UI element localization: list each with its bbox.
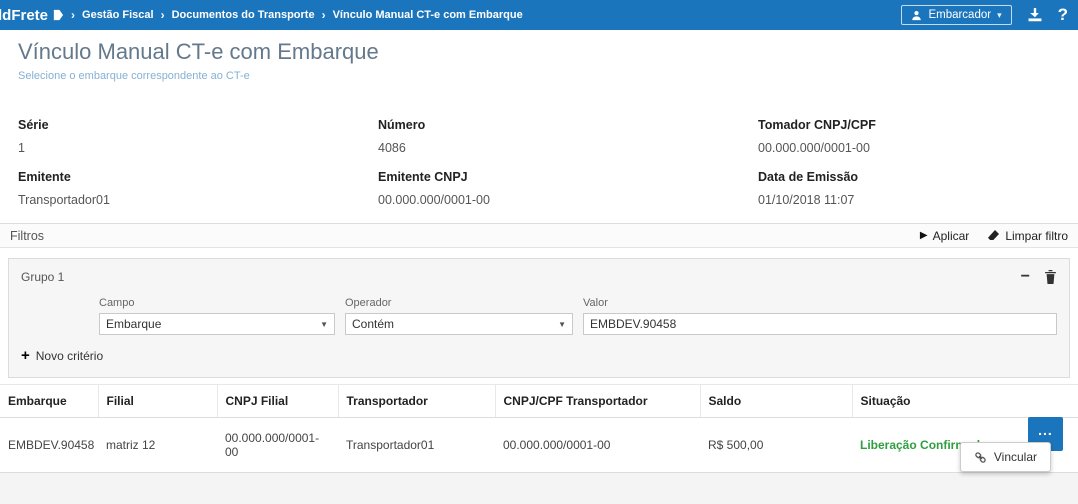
cte-details: Série 1 Número 4086 Tomador CNPJ/CPF 00.… [0, 84, 1078, 223]
operador-label: Operador [345, 297, 573, 309]
campo-select[interactable]: Embarque ▼ [99, 313, 335, 335]
page-head: Vínculo Manual CT-e com Embarque Selecio… [0, 30, 1078, 84]
filter-criteria-row: Campo Embarque ▼ Operador Contém ▼ Valor [21, 297, 1057, 335]
trash-icon[interactable] [1044, 270, 1057, 284]
logo-flag-icon [52, 9, 64, 21]
page-title: Vínculo Manual CT-e com Embarque [18, 39, 1060, 65]
play-icon: ▶ [920, 230, 928, 241]
select-caret-icon: ▼ [558, 320, 566, 329]
col-header-filial: Filial [98, 385, 217, 418]
link-icon [974, 451, 987, 464]
detail-value: 00.000.000/0001-00 [758, 141, 1060, 155]
breadcrumb-separator: › [161, 8, 165, 22]
detail-numero: Número 4086 [378, 118, 758, 155]
campo-selected-value: Embarque [106, 317, 161, 331]
apply-filter-label: Aplicar [933, 229, 970, 243]
detail-label: Emitente CNPJ [378, 170, 758, 184]
cell-embarque: EMBDEV.90458 [0, 418, 98, 473]
col-header-embarque: Embarque [0, 385, 98, 418]
detail-label: Número [378, 118, 758, 132]
detail-emitente-cnpj: Emitente CNPJ 00.000.000/0001-00 [378, 170, 758, 207]
table-header-row: Embarque Filial CNPJ Filial Transportado… [0, 385, 1078, 418]
col-header-situacao: Situação [852, 385, 1078, 418]
cell-transportador: Transportador01 [338, 418, 495, 473]
breadcrumb-documentos-transporte[interactable]: Documentos do Transporte [172, 9, 315, 21]
results-table: Embarque Filial CNPJ Filial Transportado… [0, 384, 1078, 473]
user-menu[interactable]: Embarcador ▾ [901, 5, 1011, 25]
detail-label: Data de Emissão [758, 170, 1060, 184]
breadcrumb: › Gestão Fiscal › Documentos do Transpor… [71, 8, 523, 22]
eraser-icon [987, 229, 1000, 242]
cell-saldo: R$ 500,00 [700, 418, 852, 473]
detail-value: Transportador01 [18, 193, 378, 207]
detail-value: 1 [18, 141, 378, 155]
topbar-right: Embarcador ▾ ? [901, 5, 1068, 25]
select-caret-icon: ▼ [320, 320, 328, 329]
detail-value: 01/10/2018 11:07 [758, 193, 1060, 207]
clear-filter-label: Limpar filtro [1005, 229, 1068, 243]
filter-group-actions: − [1021, 269, 1057, 285]
filter-group-title: Grupo 1 [21, 270, 64, 284]
valor-label: Valor [583, 297, 1057, 309]
user-icon [911, 10, 922, 21]
detail-label: Série [18, 118, 378, 132]
table-row[interactable]: EMBDEV.90458 matriz 12 00.000.000/0001-0… [0, 418, 1078, 473]
campo-label: Campo [99, 297, 335, 309]
col-header-cnpj-filial: CNPJ Filial [217, 385, 338, 418]
plus-icon: + [21, 348, 30, 363]
chevron-down-icon: ▾ [997, 10, 1002, 21]
valor-input[interactable] [583, 313, 1057, 335]
filter-group-header: Grupo 1 − [21, 265, 1057, 297]
operador-field: Operador Contém ▼ [345, 297, 573, 335]
user-menu-label: Embarcador [928, 9, 991, 21]
filters-actions: ▶ Aplicar Limpar filtro [920, 229, 1068, 243]
detail-emitente: Emitente Transportador01 [18, 170, 378, 207]
page-subtitle: Selecione o embarque correspondente ao C… [18, 70, 1060, 82]
col-header-transportador: Transportador [338, 385, 495, 418]
results-table-wrap: Embarque Filial CNPJ Filial Transportado… [0, 384, 1078, 473]
detail-tomador-cnpj: Tomador CNPJ/CPF 00.000.000/0001-00 [758, 118, 1060, 155]
detail-value: 4086 [378, 141, 758, 155]
help-button[interactable]: ? [1058, 5, 1068, 25]
col-header-saldo: Saldo [700, 385, 852, 418]
breadcrumb-separator: › [71, 8, 75, 22]
add-criteria-button[interactable]: + Novo critério [21, 348, 103, 363]
add-criteria-label: Novo critério [36, 349, 103, 363]
cell-cnpj-filial: 00.000.000/0001-00 [217, 418, 338, 473]
breadcrumb-gestao-fiscal[interactable]: Gestão Fiscal [82, 9, 154, 21]
download-button[interactable] [1027, 8, 1043, 22]
breadcrumb-vinculo-manual[interactable]: Vínculo Manual CT-e com Embarque [333, 9, 523, 21]
app-logo-text: ldFrete [0, 7, 48, 24]
detail-serie: Série 1 [18, 118, 378, 155]
detail-value: 00.000.000/0001-00 [378, 193, 758, 207]
filters-bar: Filtros ▶ Aplicar Limpar filtro [0, 223, 1078, 248]
valor-field: Valor [583, 297, 1057, 335]
vincular-menu-item[interactable]: Vincular [960, 442, 1051, 472]
app-logo[interactable]: ldFrete [0, 7, 64, 24]
filters-title: Filtros [10, 229, 44, 243]
main-content: ldFrete › Gestão Fiscal › Documentos do … [0, 0, 1078, 473]
cell-filial: matriz 12 [98, 418, 217, 473]
filter-group-panel: Grupo 1 − Campo Embarque ▼ Operador Cont… [8, 258, 1070, 378]
campo-field: Campo Embarque ▼ [99, 297, 335, 335]
collapse-group-icon[interactable]: − [1021, 269, 1030, 285]
breadcrumb-separator: › [322, 8, 326, 22]
clear-filter-button[interactable]: Limpar filtro [987, 229, 1068, 243]
cell-cnpj-transportador: 00.000.000/0001-00 [495, 418, 700, 473]
operador-selected-value: Contém [352, 317, 394, 331]
col-header-cnpj-transportador: CNPJ/CPF Transportador [495, 385, 700, 418]
detail-label: Emitente [18, 170, 378, 184]
topbar: ldFrete › Gestão Fiscal › Documentos do … [0, 0, 1078, 30]
operador-select[interactable]: Contém ▼ [345, 313, 573, 335]
detail-label: Tomador CNPJ/CPF [758, 118, 1060, 132]
detail-data-emissao: Data de Emissão 01/10/2018 11:07 [758, 170, 1060, 207]
vincular-label: Vincular [994, 450, 1037, 464]
apply-filter-button[interactable]: ▶ Aplicar [920, 229, 969, 243]
